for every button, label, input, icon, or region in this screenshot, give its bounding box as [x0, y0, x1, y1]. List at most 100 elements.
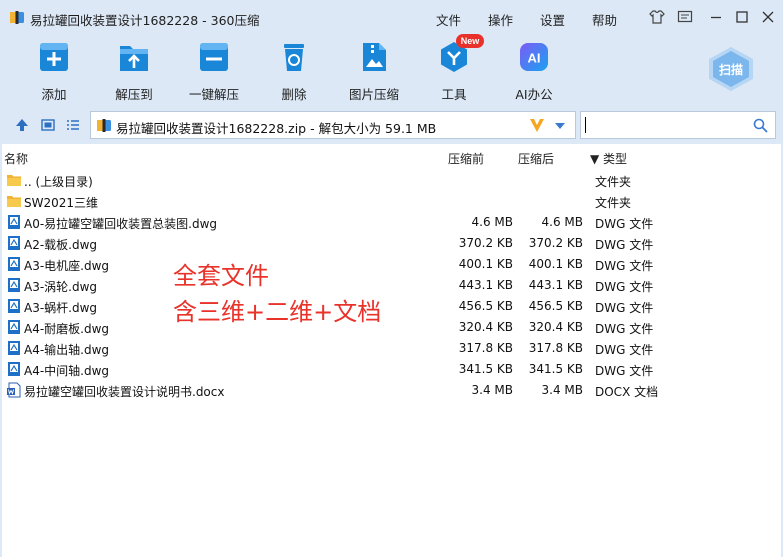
file-packed-size: 3.4 MB — [471, 383, 513, 397]
minimize-icon[interactable] — [707, 8, 725, 26]
file-row[interactable]: A3-蜗杆.dwg 456.5 KB 456.5 KB DWG 文件 — [2, 296, 781, 317]
file-type: DWG 文件 — [595, 301, 654, 315]
add-icon — [40, 43, 68, 71]
menu-operation[interactable]: 操作 — [488, 10, 513, 29]
file-name: A0-易拉罐空罐回收装置总装图.dwg — [24, 217, 218, 231]
menu-help[interactable]: 帮助 — [592, 10, 617, 29]
column-name[interactable]: 名称 — [4, 150, 28, 167]
thumbnail-view-icon[interactable] — [40, 117, 56, 133]
file-list: 名称 压缩前 压缩后 ▼ 类型 .. (上级目录) 文件夹 SW2021三维 文件夹 A… — [2, 144, 781, 557]
file-name: A3-蜗杆.dwg — [24, 301, 98, 315]
column-unpacked[interactable]: 压缩后 — [518, 150, 554, 167]
file-unpacked-size: 4.6 MB — [541, 215, 583, 229]
file-name: A4-耐磨板.dwg — [24, 322, 110, 336]
file-row[interactable]: A3-电机座.dwg 400.1 KB 400.1 KB DWG 文件 — [2, 254, 781, 275]
file-unpacked-size: 320.4 KB — [528, 320, 583, 334]
title-bar: 易拉罐回收装置设计1682228 - 360压缩 文件 操作 设置 帮助 — [0, 0, 783, 34]
file-type: DWG 文件 — [595, 217, 654, 231]
delete-button[interactable]: 删除 — [257, 38, 331, 102]
file-type: 文件夹 — [595, 175, 632, 189]
file-unpacked-size: 443.1 KB — [528, 278, 583, 292]
add-button[interactable]: 添加 — [17, 38, 91, 102]
address-bar[interactable]: 易拉罐回收装置设计1682228.zip - 解包大小为 59.1 MB — [90, 111, 576, 139]
extract-to-button[interactable]: 解压到 — [97, 38, 171, 102]
file-type: DOCX 文档 — [595, 385, 659, 399]
file-packed-size: 443.1 KB — [458, 278, 513, 292]
dwg-file-icon — [8, 215, 20, 229]
file-row[interactable]: A4-中间轴.dwg 341.5 KB 341.5 KB DWG 文件 — [2, 359, 781, 380]
ai-office-button[interactable]: AI AI办公 — [497, 38, 571, 102]
chevron-down-icon[interactable] — [554, 122, 566, 130]
skin-icon[interactable] — [648, 8, 666, 26]
one-click-extract-label: 一键解压 — [188, 87, 239, 102]
maximize-icon[interactable] — [733, 8, 751, 26]
ai-office-icon: AI — [520, 43, 548, 71]
file-unpacked-size: 400.1 KB — [528, 257, 583, 271]
ai-icon-text: AI — [528, 51, 541, 66]
file-row[interactable]: A0-易拉罐空罐回收装置总装图.dwg 4.6 MB 4.6 MB DWG 文件 — [2, 212, 781, 233]
file-packed-size: 341.5 KB — [458, 362, 513, 376]
annotation-line-1: 全套文件 — [173, 262, 269, 290]
search-icon[interactable] — [753, 118, 768, 133]
feedback-icon[interactable] — [676, 8, 694, 26]
app-logo-icon — [10, 11, 24, 24]
file-row[interactable]: .. (上级目录) 文件夹 — [2, 170, 781, 191]
dwg-file-icon — [8, 362, 20, 376]
dwg-file-icon — [8, 299, 20, 313]
list-view-icon[interactable] — [65, 117, 81, 133]
file-unpacked-size: 317.8 KB — [528, 341, 583, 355]
file-row[interactable]: A4-输出轴.dwg 317.8 KB 317.8 KB DWG 文件 — [2, 338, 781, 359]
menu-file[interactable]: 文件 — [436, 10, 461, 29]
list-header: 名称 压缩前 压缩后 ▼ 类型 — [2, 144, 781, 170]
file-row[interactable]: 易拉罐空罐回收装置设计说明书.docx 3.4 MB 3.4 MB DOCX 文档 — [2, 380, 781, 401]
file-packed-size: 456.5 KB — [458, 299, 513, 313]
image-compress-button[interactable]: 图片压缩 — [337, 38, 411, 102]
delete-icon — [284, 44, 304, 71]
extract-to-icon — [120, 46, 148, 71]
file-type: DWG 文件 — [595, 238, 654, 252]
file-packed-size: 317.8 KB — [458, 341, 513, 355]
file-unpacked-size: 341.5 KB — [528, 362, 583, 376]
scan-button[interactable]: 扫描 — [706, 46, 756, 92]
annotation-line-2: 含三维+二维+文档 — [173, 298, 382, 326]
search-input[interactable] — [580, 111, 776, 139]
file-name: SW2021三维 — [24, 196, 99, 210]
file-type: DWG 文件 — [595, 322, 654, 336]
close-icon[interactable] — [759, 8, 777, 26]
file-row[interactable]: SW2021三维 文件夹 — [2, 191, 781, 212]
file-name: .. (上级目录) — [24, 175, 93, 189]
file-unpacked-size: 370.2 KB — [528, 236, 583, 250]
file-type: 文件夹 — [595, 196, 632, 210]
file-name: A2-载板.dwg — [24, 238, 98, 252]
dwg-file-icon — [8, 257, 20, 271]
menu-settings[interactable]: 设置 — [540, 10, 565, 29]
column-type[interactable]: ▼ 类型 — [590, 150, 627, 167]
tools-button[interactable]: 工具 — [417, 38, 491, 102]
file-type: DWG 文件 — [595, 280, 654, 294]
window-title: 易拉罐回收装置设计1682228 - 360压缩 — [30, 13, 260, 28]
file-row[interactable]: A3-涡轮.dwg 443.1 KB 443.1 KB DWG 文件 — [2, 275, 781, 296]
docx-file-icon — [7, 382, 21, 398]
zip-archive-icon — [97, 119, 111, 132]
one-click-extract-button[interactable]: 一键解压 — [177, 38, 251, 102]
up-arrow-icon[interactable] — [14, 117, 30, 133]
ai-office-label: AI办公 — [515, 87, 553, 102]
image-compress-icon — [363, 43, 386, 71]
folder-icon — [7, 196, 21, 207]
file-packed-size: 370.2 KB — [458, 236, 513, 250]
column-packed[interactable]: 压缩前 — [448, 150, 484, 167]
file-packed-size: 320.4 KB — [458, 320, 513, 334]
tools-label: 工具 — [441, 87, 467, 102]
file-name: 易拉罐空罐回收装置设计说明书.docx — [24, 385, 225, 399]
text-caret — [585, 117, 586, 133]
file-type: DWG 文件 — [595, 259, 654, 273]
address-row: 易拉罐回收装置设计1682228.zip - 解包大小为 59.1 MB — [0, 108, 783, 142]
extract-to-label: 解压到 — [115, 87, 153, 102]
file-name: A3-涡轮.dwg — [24, 280, 98, 294]
file-unpacked-size: 3.4 MB — [541, 383, 583, 397]
v-logo-icon[interactable] — [527, 115, 547, 135]
file-name: A3-电机座.dwg — [24, 259, 110, 273]
file-row[interactable]: A2-载板.dwg 370.2 KB 370.2 KB DWG 文件 — [2, 233, 781, 254]
file-row[interactable]: A4-耐磨板.dwg 320.4 KB 320.4 KB DWG 文件 — [2, 317, 781, 338]
file-packed-size: 400.1 KB — [458, 257, 513, 271]
